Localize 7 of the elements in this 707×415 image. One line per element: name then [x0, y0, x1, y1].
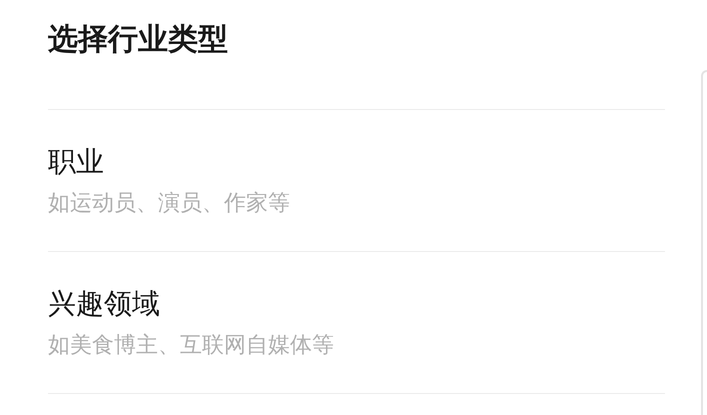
industry-option[interactable]: 兴趣领域 如美食博主、互联网自媒体等 — [48, 252, 665, 394]
option-label: 职业 — [48, 144, 104, 180]
option-description: 如运动员、演员、作家等 — [48, 190, 290, 218]
page-title: 选择行业类型 — [48, 21, 228, 59]
option-description: 如美食博主、互联网自媒体等 — [48, 332, 334, 360]
option-label: 兴趣领域 — [48, 286, 160, 322]
industry-option[interactable]: 职业 如运动员、演员、作家等 — [48, 110, 665, 252]
